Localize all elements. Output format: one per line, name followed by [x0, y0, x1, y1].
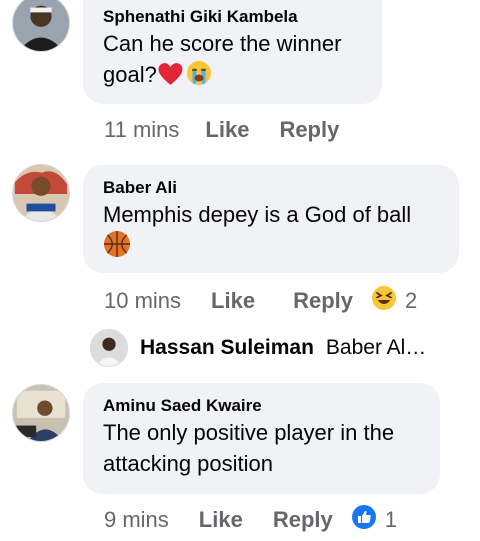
comment-time[interactable]: 9 mins: [104, 507, 169, 533]
comment-text: The only positive player in the attackin…: [103, 420, 395, 476]
avatar[interactable]: [12, 384, 70, 442]
reaction-summary[interactable]: 2: [371, 285, 417, 317]
avatar[interactable]: [12, 0, 70, 52]
loudly-crying-face-icon: [186, 60, 212, 94]
reaction-count: 1: [384, 507, 397, 532]
comment-author[interactable]: Aminu Saed Kwaire: [103, 395, 422, 417]
comment-text: Memphis depey is a God of ball: [103, 199, 441, 266]
comment-time[interactable]: 10 mins: [104, 288, 181, 314]
comment-author[interactable]: Sphenathi Giki Kambela: [103, 6, 364, 28]
basketball-icon: [103, 230, 131, 266]
like-button[interactable]: Like: [199, 507, 243, 533]
reply-preview[interactable]: Hassan Suleiman Baber Al…: [90, 329, 426, 367]
comment-text: Can he score the winner goal?: [103, 28, 364, 94]
reply-snippet: Baber Al…: [325, 336, 427, 359]
reply-button[interactable]: Reply: [279, 117, 339, 143]
comment-actions: 10 mins Like Reply 2: [104, 286, 417, 316]
comment-time[interactable]: 11 mins: [104, 117, 179, 143]
avatar[interactable]: [12, 164, 70, 222]
haha-reaction-icon: [371, 285, 397, 317]
comment-bubble[interactable]: Aminu Saed Kwaire The only positive play…: [83, 383, 440, 494]
like-button[interactable]: Like: [205, 117, 249, 143]
like-reaction-icon: [351, 504, 377, 536]
reply-button[interactable]: Reply: [273, 507, 333, 533]
comment-actions: 11 mins Like Reply: [104, 115, 339, 145]
reaction-count: 2: [405, 288, 418, 313]
reply-author[interactable]: Hassan Suleiman: [140, 336, 314, 360]
reaction-summary[interactable]: 1: [351, 504, 397, 536]
avatar[interactable]: [90, 329, 128, 367]
comment-actions: 9 mins Like Reply 1: [104, 505, 397, 535]
like-button[interactable]: Like: [211, 288, 255, 314]
comment-bubble[interactable]: Baber Ali Memphis depey is a God of ball: [83, 165, 459, 273]
comment-author[interactable]: Baber Ali: [103, 177, 441, 199]
red-heart-icon: [157, 62, 184, 94]
reply-button[interactable]: Reply: [293, 288, 353, 314]
comment-bubble[interactable]: Sphenathi Giki Kambela Can he score the …: [83, 0, 382, 104]
